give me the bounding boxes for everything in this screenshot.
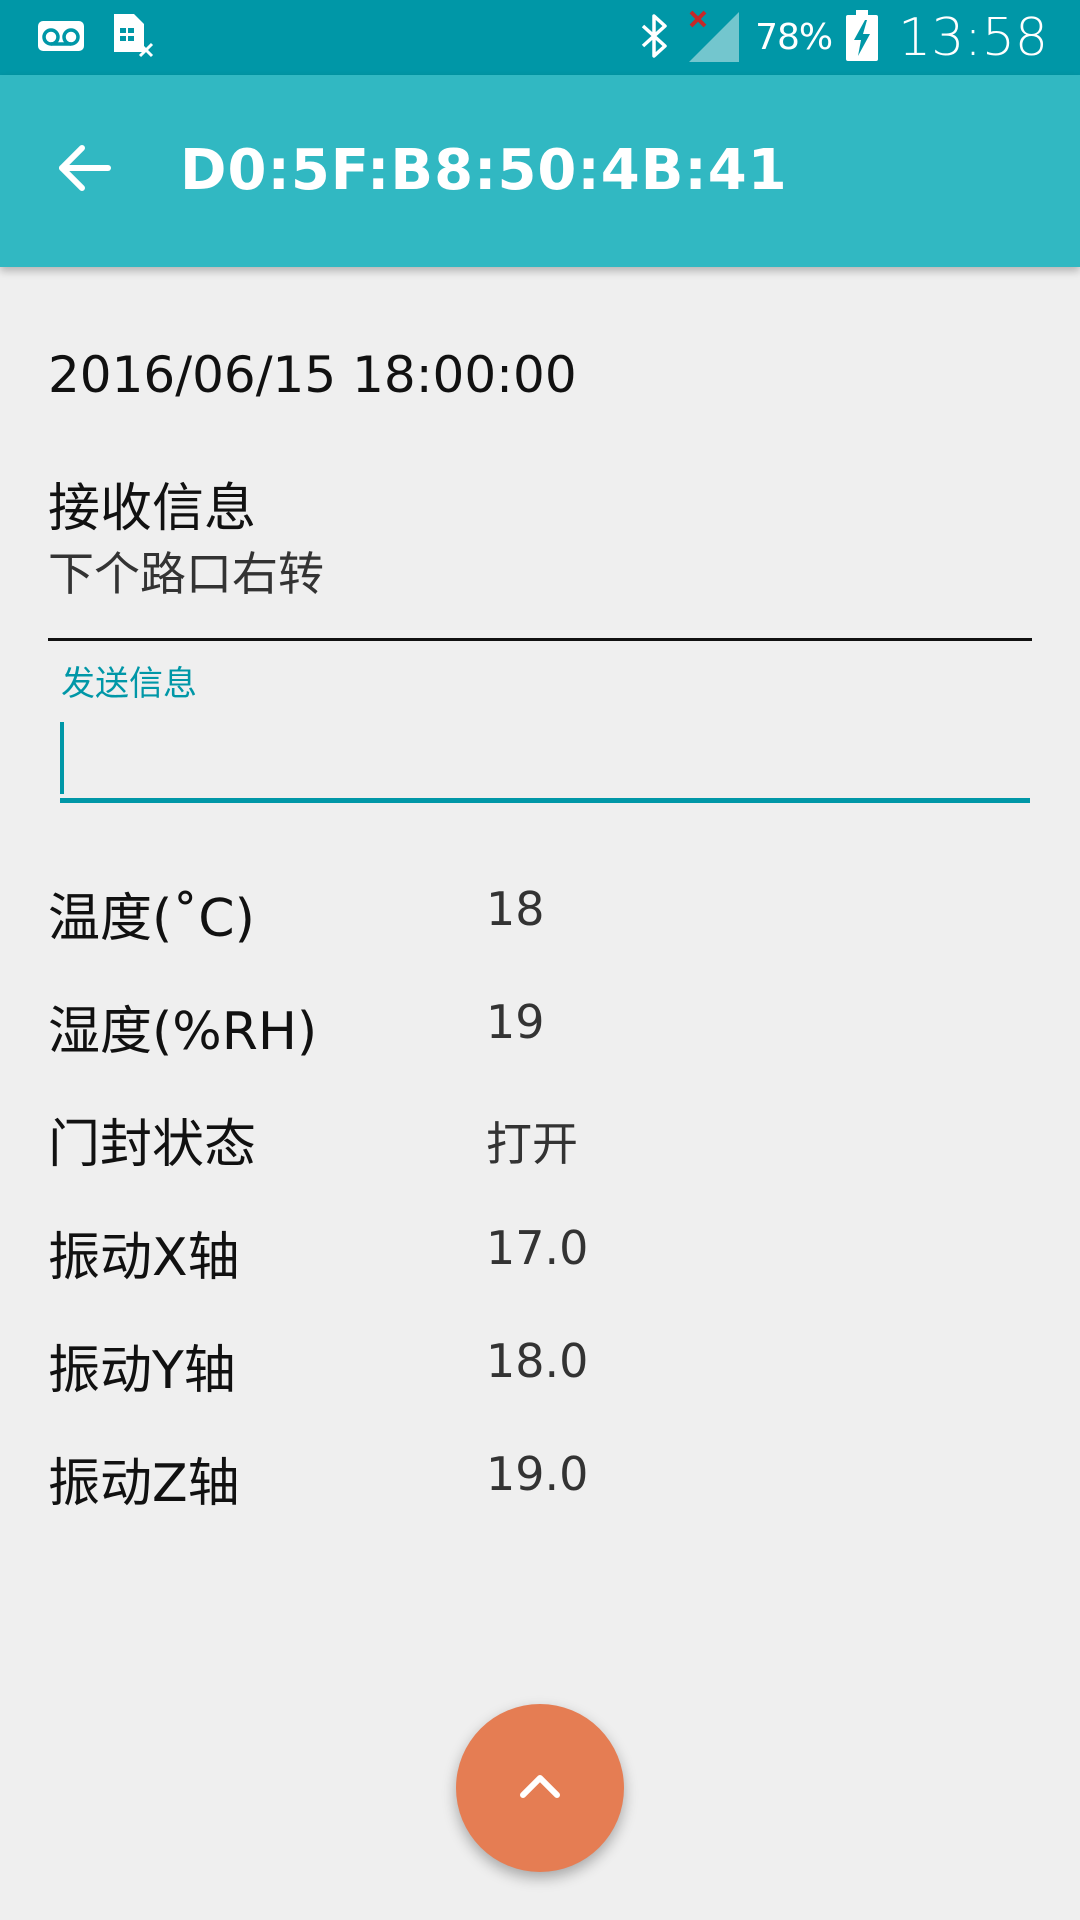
send-field-label: 发送信息 bbox=[61, 664, 197, 704]
reading-value: 19.0 bbox=[486, 1447, 589, 1501]
timestamp: 2016/06/15 18:00:00 bbox=[48, 346, 577, 404]
reading-row-vibration-y: 振动Y轴 18.0 bbox=[48, 1328, 1032, 1441]
status-bar-left-icons bbox=[38, 12, 156, 64]
reading-label: 振动Y轴 bbox=[48, 1341, 236, 1401]
receive-label: 接收信息 bbox=[48, 479, 257, 539]
reading-row-vibration-x: 振动X轴 17.0 bbox=[48, 1215, 1032, 1328]
voicemail-icon bbox=[38, 21, 84, 55]
send-message-input[interactable] bbox=[60, 718, 1030, 803]
status-bar-time: 13:58 bbox=[898, 7, 1048, 68]
reading-value: 17.0 bbox=[486, 1221, 589, 1275]
sim-missing-icon bbox=[112, 12, 156, 64]
receive-message: 下个路口右转 bbox=[48, 547, 324, 601]
battery-percent: 78% bbox=[755, 17, 833, 58]
back-button[interactable] bbox=[48, 125, 120, 215]
reading-row-temperature: 温度(˚C) 18 bbox=[48, 876, 1032, 989]
no-signal-icon bbox=[687, 8, 741, 68]
reading-row-door-seal: 门封状态 打开 bbox=[48, 1102, 1032, 1215]
reading-label: 振动Z轴 bbox=[48, 1454, 240, 1514]
arrow-back-icon bbox=[56, 143, 112, 197]
status-bar-right-icons: 78% 13:58 bbox=[637, 0, 1048, 75]
reading-row-vibration-z: 振动Z轴 19.0 bbox=[48, 1441, 1032, 1554]
chevron-up-icon bbox=[517, 1771, 563, 1805]
scroll-up-fab[interactable] bbox=[456, 1704, 624, 1872]
reading-label: 湿度(%RH) bbox=[48, 1002, 318, 1062]
status-bar: 78% 13:58 bbox=[0, 0, 1080, 75]
bluetooth-icon bbox=[637, 12, 673, 64]
sensor-readings: 温度(˚C) 18 湿度(%RH) 19 门封状态 打开 振动X轴 17.0 振… bbox=[48, 876, 1032, 1554]
reading-label: 振动X轴 bbox=[48, 1228, 240, 1288]
divider bbox=[48, 638, 1032, 641]
reading-row-humidity: 湿度(%RH) 19 bbox=[48, 989, 1032, 1102]
app-bar: D0:5F:B8:50:4B:41 bbox=[0, 75, 1080, 267]
text-cursor bbox=[60, 722, 64, 794]
reading-value: 打开 bbox=[486, 1117, 578, 1171]
page-title: D0:5F:B8:50:4B:41 bbox=[180, 138, 788, 203]
battery-charging-icon bbox=[846, 9, 879, 66]
reading-value: 18 bbox=[486, 882, 545, 936]
reading-label: 温度(˚C) bbox=[48, 889, 255, 949]
reading-label: 门封状态 bbox=[48, 1115, 257, 1175]
reading-value: 19 bbox=[486, 995, 545, 1049]
send-field-wrapper bbox=[60, 718, 1030, 806]
reading-value: 18.0 bbox=[486, 1334, 589, 1388]
